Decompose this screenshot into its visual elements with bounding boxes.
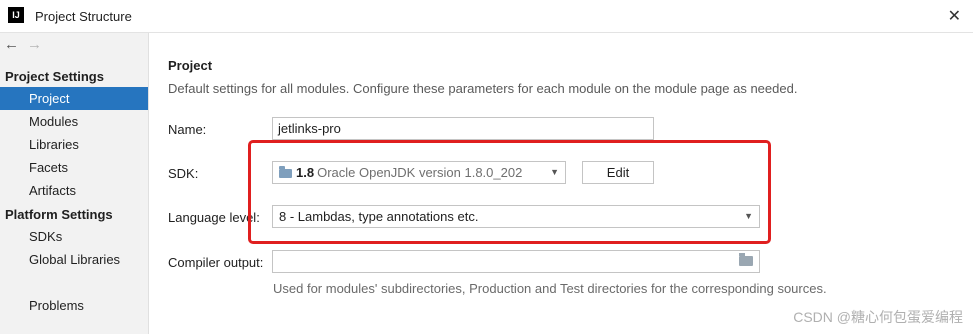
sidebar-item-global-libraries[interactable]: Global Libraries <box>0 248 148 271</box>
folder-browse-icon[interactable] <box>739 253 753 266</box>
sidebar-item-project[interactable]: Project <box>0 87 148 110</box>
sidebar-item-modules[interactable]: Modules <box>0 110 148 133</box>
sidebar-item-sdks[interactable]: SDKs <box>0 225 148 248</box>
page-description: Default settings for all modules. Config… <box>168 81 798 96</box>
red-highlight-annotation <box>248 140 771 244</box>
page-title: Project <box>168 58 213 73</box>
compiler-output-hint: Used for modules' subdirectories, Produc… <box>273 281 827 296</box>
main-panel: Project Default settings for all modules… <box>149 33 973 334</box>
close-icon[interactable]: ✕ <box>948 6 961 26</box>
name-label: Name: <box>168 122 207 137</box>
back-arrow-icon[interactable]: ← <box>4 36 19 53</box>
project-settings-header: Project Settings <box>5 69 104 84</box>
sidebar-item-libraries[interactable]: Libraries <box>0 133 148 156</box>
compiler-output-input[interactable] <box>272 250 760 273</box>
watermark: CSDN @糖心何包蛋爱编程 <box>793 309 963 325</box>
sidebar-item-artifacts[interactable]: Artifacts <box>0 179 148 202</box>
project-name-input[interactable]: jetlinks-pro <box>272 117 654 140</box>
platform-settings-header: Platform Settings <box>5 207 113 222</box>
forward-arrow-icon[interactable]: → <box>27 36 42 53</box>
sidebar-item-facets[interactable]: Facets <box>0 156 148 179</box>
sidebar-item-problems[interactable]: Problems <box>0 294 148 317</box>
window-title: Project Structure <box>35 9 132 24</box>
sidebar: ← → Project Settings Project Modules Libr… <box>0 33 149 334</box>
compiler-output-label: Compiler output: <box>168 255 264 270</box>
navigation-arrows: ← → <box>4 36 50 53</box>
language-level-label: Language level: <box>168 210 260 225</box>
title-bar: IJ Project Structure ✕ <box>0 0 973 33</box>
sdk-label: SDK: <box>168 166 199 181</box>
intellij-app-icon: IJ <box>8 7 24 23</box>
